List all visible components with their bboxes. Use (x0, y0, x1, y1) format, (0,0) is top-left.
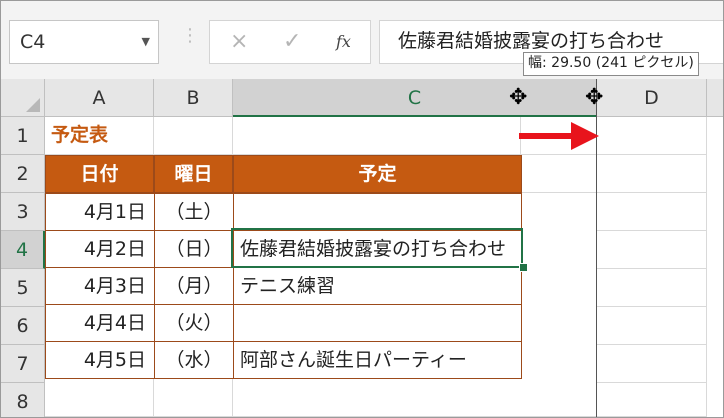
cell-b8[interactable] (154, 379, 233, 417)
column-header-a[interactable]: A (45, 79, 154, 117)
resize-cursor-icon-target: ✥ (585, 85, 604, 110)
cell-d6[interactable] (597, 307, 707, 345)
column-header-e[interactable] (707, 79, 723, 117)
cell-a3[interactable]: 4月1日 (45, 193, 155, 231)
cell-d4[interactable] (597, 231, 707, 269)
cell-a7[interactable]: 4月5日 (45, 341, 155, 379)
cell-b5[interactable]: （月） (154, 267, 234, 305)
row-header-1[interactable]: 1 (1, 117, 45, 155)
cancel-icon[interactable]: × (230, 29, 248, 54)
cell-b3[interactable]: （土） (154, 193, 234, 231)
excel-window: C4 ▼ ⋮ × ✓ fx 佐藤君結婚披露宴の打ち合わせ 幅: 29.50 (2… (0, 0, 724, 418)
header-date[interactable]: 日付 (45, 155, 154, 193)
cell-d1[interactable] (597, 117, 707, 155)
cell-d7[interactable] (597, 345, 707, 383)
fill-handle[interactable] (519, 263, 528, 272)
cell-c5[interactable]: テニス練習 (233, 267, 522, 305)
grip-icon: ⋮ (181, 25, 199, 46)
cell-b7[interactable]: （水） (154, 341, 234, 379)
row-header-8[interactable]: 8 (1, 383, 45, 417)
cell-d8[interactable] (597, 379, 707, 417)
cell-c1[interactable] (233, 117, 521, 155)
enter-icon[interactable]: ✓ (283, 29, 301, 54)
cell-b6[interactable]: （火） (154, 304, 234, 342)
insert-function-icon[interactable]: fx (336, 32, 351, 51)
header-plan[interactable]: 予定 (233, 155, 522, 193)
name-box[interactable]: C4 ▼ (9, 20, 159, 64)
cell-c3[interactable] (233, 193, 522, 231)
cell-c-ext-area[interactable] (522, 193, 597, 383)
row-header-3[interactable]: 3 (1, 193, 45, 231)
column-header-d[interactable]: D (597, 79, 707, 117)
formula-bar: C4 ▼ ⋮ × ✓ fx 佐藤君結婚披露宴の打ち合わせ 幅: 29.50 (2… (1, 1, 723, 79)
row-header-2[interactable]: 2 (1, 155, 45, 193)
cell-a6[interactable]: 4月4日 (45, 304, 155, 342)
column-header-c[interactable]: C (233, 79, 597, 117)
row-header-4[interactable]: 4 (1, 231, 45, 269)
row-header-7[interactable]: 7 (1, 345, 45, 383)
cell-d5[interactable] (597, 269, 707, 307)
header-day[interactable]: 曜日 (154, 155, 233, 193)
name-box-value: C4 (20, 31, 46, 53)
cell-a5[interactable]: 4月3日 (45, 267, 155, 305)
active-cell-border (231, 228, 523, 268)
select-all-icon (26, 98, 40, 112)
row-header-6[interactable]: 6 (1, 307, 45, 345)
column-width-tooltip: 幅: 29.50 (241 ピクセル) (523, 52, 699, 76)
cell-a1[interactable]: 予定表 (45, 117, 154, 155)
column-header-b[interactable]: B (154, 79, 233, 117)
cell-a8[interactable] (45, 379, 154, 417)
row-header-5[interactable]: 5 (1, 269, 45, 307)
cell-c6[interactable] (233, 304, 522, 342)
formula-buttons: × ✓ fx (209, 20, 371, 64)
cell-b1[interactable] (154, 117, 233, 155)
cell-c2-ext[interactable] (522, 155, 597, 193)
cell-c8[interactable] (233, 379, 597, 417)
red-arrow-icon (519, 122, 599, 150)
cell-a4[interactable]: 4月2日 (45, 230, 155, 268)
cell-d3[interactable] (597, 193, 707, 231)
chevron-down-icon[interactable]: ▼ (142, 21, 150, 63)
cell-b4[interactable]: （日） (154, 230, 234, 268)
select-all-corner[interactable] (1, 79, 45, 117)
cell-d2[interactable] (597, 155, 707, 193)
cell-c7[interactable]: 阿部さん誕生日パーティー (233, 341, 522, 379)
resize-cursor-icon: ✥ (509, 85, 528, 110)
